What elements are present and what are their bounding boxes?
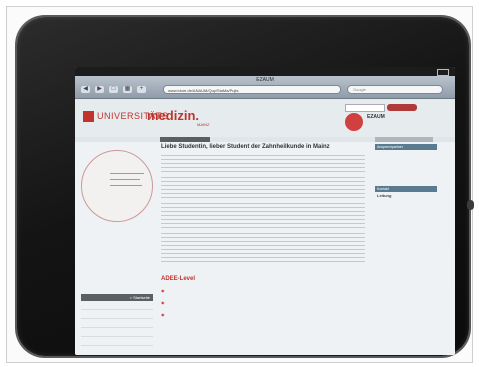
university-logo-icon xyxy=(83,111,94,122)
main-column: Liebe Studentin, lieber Student der Zahn… xyxy=(157,144,369,355)
adee-list-item xyxy=(161,313,365,317)
adee-list-item xyxy=(161,301,365,305)
left-column: > Startseite xyxy=(75,144,155,355)
browser-toolbar: EZAUM ◀ ▶ □ ▦ + www.blum.de/ANAUM/Quy/St… xyxy=(75,76,455,99)
web-page: UNIVERSITÄTS medizin. MAINZ EZAUM > Star… xyxy=(75,99,455,355)
main-heading: Liebe Studentin, lieber Student der Zahn… xyxy=(161,144,330,150)
back-arrow-icon[interactable]: ◀ xyxy=(81,86,90,93)
tabs-icon[interactable]: ▦ xyxy=(123,86,132,93)
bookmarks-icon[interactable]: □ xyxy=(109,86,118,93)
emblem-decor-line xyxy=(110,185,142,186)
emblem-decor-line xyxy=(110,179,140,180)
site-nav-tab-right[interactable] xyxy=(375,137,433,142)
right-column: Ansprechpartner Kontakt Leitung xyxy=(375,144,437,355)
ipad-device: EZAUM ◀ ▶ □ ▦ + www.blum.de/ANAUM/Quy/St… xyxy=(17,17,474,356)
search-placeholder: Google xyxy=(353,87,366,92)
body-paragraph xyxy=(161,176,365,198)
home-button[interactable] xyxy=(467,200,474,210)
site-search-button[interactable] xyxy=(387,104,417,111)
contact-box: Leitung xyxy=(375,192,437,200)
status-bar xyxy=(75,67,455,76)
leftnav-item[interactable] xyxy=(81,337,153,346)
ipad-screen: EZAUM ◀ ▶ □ ▦ + www.blum.de/ANAUM/Quy/St… xyxy=(75,67,455,355)
adee-level-heading: ADEE-Level xyxy=(161,276,196,282)
ezaum-title: EZAUM xyxy=(367,114,385,120)
body-paragraph xyxy=(161,232,365,262)
battery-icon xyxy=(437,69,449,76)
leftnav-item[interactable] xyxy=(81,301,153,310)
contact-name: Leitung xyxy=(377,193,392,198)
url-text: www.blum.de/ANAUM/Quy/StaMa/Pujts xyxy=(168,88,239,93)
site-search-input[interactable] xyxy=(345,104,385,112)
add-icon[interactable]: + xyxy=(137,86,146,93)
intro-paragraph xyxy=(161,154,365,172)
leftnav-item[interactable] xyxy=(81,310,153,319)
site-header: UNIVERSITÄTS medizin. MAINZ EZAUM xyxy=(75,99,455,137)
browser-search-field[interactable]: Google xyxy=(347,85,443,94)
ezaum-emblem xyxy=(81,150,153,222)
ezaum-logo-icon xyxy=(345,113,363,131)
logo-text-mainz: MAINZ xyxy=(197,122,210,127)
browser-page-title: EZAUM xyxy=(256,77,274,83)
left-navigation: > Startseite xyxy=(81,294,153,346)
contact-persons-list xyxy=(375,150,437,180)
leftnav-head[interactable]: > Startseite xyxy=(81,294,153,301)
body-paragraph xyxy=(161,202,365,228)
leftnav-item[interactable] xyxy=(81,319,153,328)
adee-list-item xyxy=(161,289,365,293)
emblem-decor-line xyxy=(110,173,144,174)
site-nav-tab-active[interactable] xyxy=(160,137,210,142)
forward-arrow-icon[interactable]: ▶ xyxy=(95,86,104,93)
logo-text-medizin: medizin. xyxy=(147,108,200,123)
url-field[interactable]: www.blum.de/ANAUM/Quy/StaMa/Pujts xyxy=(163,85,341,94)
leftnav-item[interactable] xyxy=(81,328,153,337)
